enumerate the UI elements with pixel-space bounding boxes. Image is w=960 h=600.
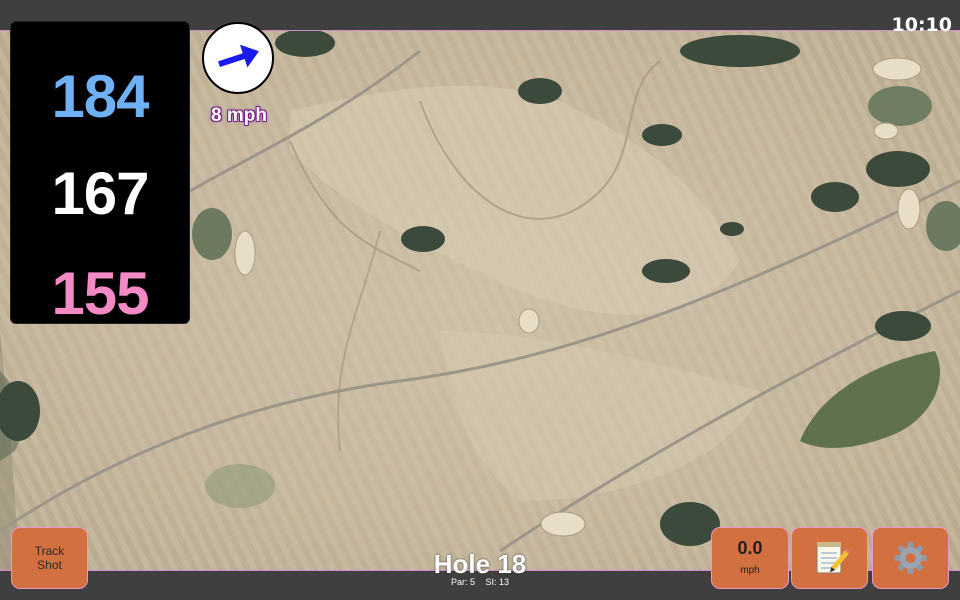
hole-si: SI: 13 <box>485 577 510 587</box>
hole-title: Hole 18 <box>433 549 527 579</box>
track-shot-label: Track Shot <box>34 544 65 572</box>
back-distance: 184 <box>51 63 149 130</box>
speed-button[interactable]: 0.0 mph <box>712 528 788 588</box>
notes-button[interactable] <box>792 528 867 588</box>
distance-panel: 184 167 155 <box>11 22 189 327</box>
hole-par: Par: 5 <box>450 577 475 587</box>
track-shot-button[interactable]: Track Shot <box>12 528 87 588</box>
wind-arrow-icon <box>218 44 259 68</box>
front-distance: 155 <box>51 260 149 327</box>
hole-info: Par: 5 SI: 13 <box>380 577 580 587</box>
middle-distance: 167 <box>51 160 149 227</box>
speed-value: 0.0 <box>737 538 763 558</box>
clock: 10:10 <box>891 14 952 36</box>
wind-indicator <box>202 22 274 94</box>
gear-icon <box>894 542 927 574</box>
settings-button[interactable] <box>873 528 948 588</box>
speed-unit: mph <box>740 565 760 576</box>
notepad-icon <box>816 542 851 574</box>
wind-speed-label: 8 mph <box>211 105 267 126</box>
